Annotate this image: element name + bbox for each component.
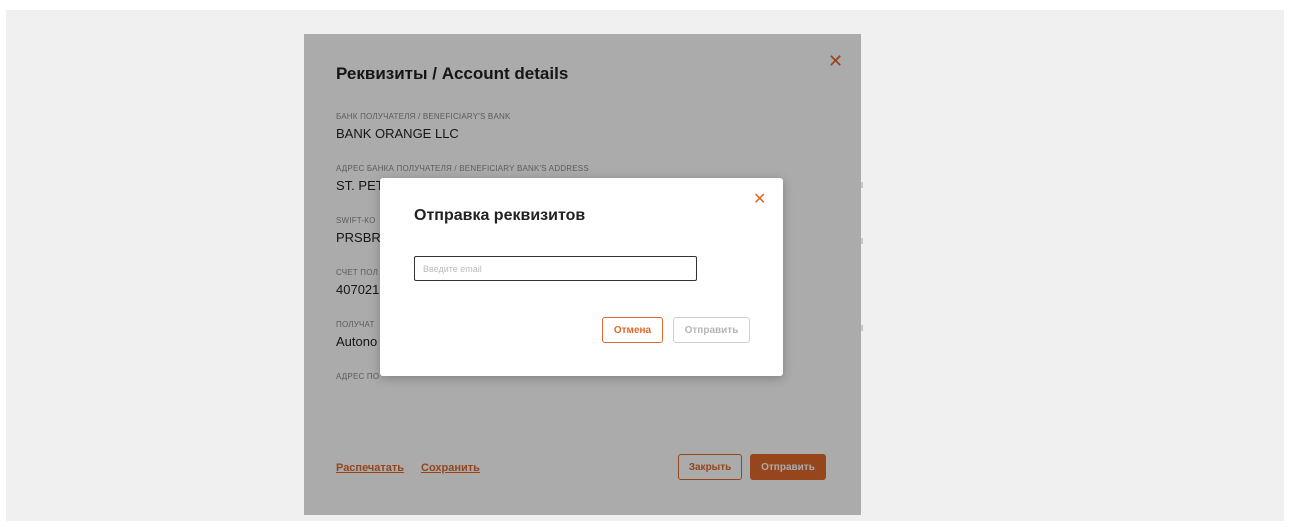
scroll-indicator (861, 325, 863, 331)
scroll-indicator (861, 182, 863, 188)
scroll-indicator (861, 238, 863, 244)
dialog-actions: Отмена Отправить (602, 317, 752, 343)
send-details-dialog: Отправка реквизитов ✕ Отмена Отправить (380, 178, 783, 376)
cancel-button[interactable]: Отмена (602, 317, 663, 343)
submit-button[interactable]: Отправить (673, 317, 750, 343)
close-icon[interactable]: ✕ (753, 192, 766, 208)
email-input[interactable] (414, 256, 697, 281)
dialog-title: Отправка реквизитов (414, 207, 586, 224)
